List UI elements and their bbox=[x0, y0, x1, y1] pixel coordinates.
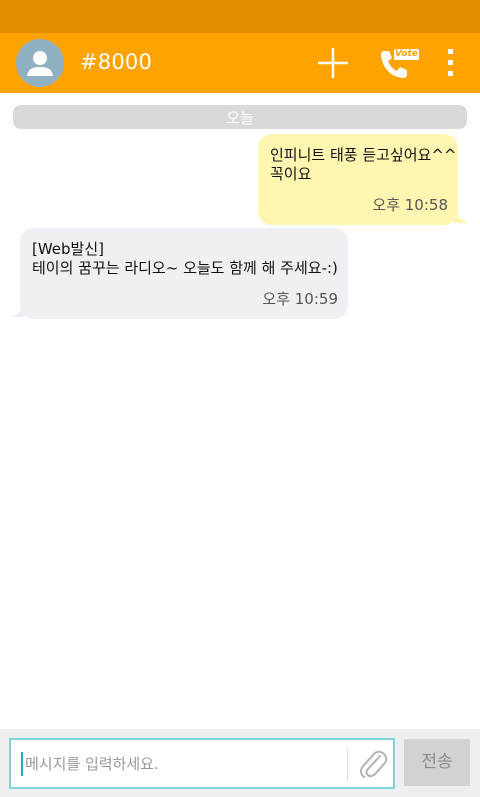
message-text: 인피니트 태풍 듣고싶어요^^ 꼭이요 bbox=[270, 146, 457, 183]
menu-button[interactable] bbox=[430, 43, 470, 83]
text-caret bbox=[21, 752, 23, 776]
date-divider-label: 오늘 bbox=[226, 109, 254, 127]
divider bbox=[347, 748, 348, 781]
message-input[interactable] bbox=[25, 740, 345, 787]
send-button[interactable]: 전송 bbox=[404, 739, 470, 786]
message-time: 오후 10:58 bbox=[372, 196, 448, 214]
conversation-title: #8000 bbox=[80, 50, 153, 74]
date-divider: 오늘 bbox=[13, 105, 467, 129]
app-header: #8000 Vote bbox=[0, 33, 480, 93]
avatar[interactable] bbox=[16, 39, 64, 87]
message-time: 오후 10:59 bbox=[262, 290, 338, 308]
vote-label: Vote bbox=[394, 49, 419, 60]
attach-button[interactable] bbox=[353, 744, 393, 784]
person-icon bbox=[27, 51, 53, 76]
add-button[interactable] bbox=[313, 43, 353, 83]
message-text: [Web발신] 테이의 꿈꾸는 라디오~ 오늘도 함께 해 주세요-:) bbox=[32, 240, 338, 277]
paperclip-icon bbox=[360, 750, 388, 778]
composer: 전송 bbox=[0, 729, 480, 797]
plus-icon bbox=[318, 48, 348, 78]
incoming-message[interactable]: [Web발신] 테이의 꿈꾸는 라디오~ 오늘도 함께 해 주세요-:) 오후 … bbox=[10, 228, 348, 319]
message-input-box[interactable] bbox=[9, 738, 395, 789]
status-bar bbox=[0, 0, 480, 33]
kebab-menu-icon bbox=[448, 49, 453, 76]
outgoing-message[interactable]: 인피니트 태풍 듣고싶어요^^ 꼭이요 오후 10:58 bbox=[258, 134, 468, 225]
